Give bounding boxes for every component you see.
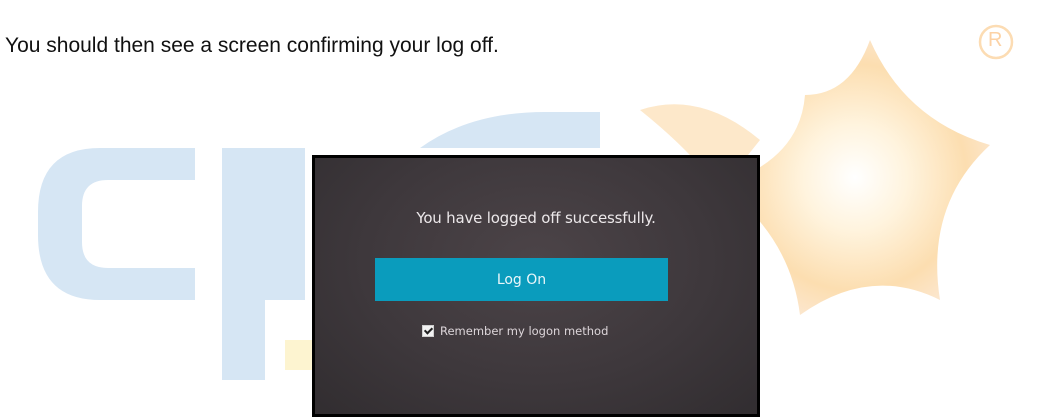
registered-mark-letter: R (988, 29, 1003, 51)
remember-logon-label: Remember my logon method (440, 324, 609, 338)
logon-button[interactable]: Log On (375, 258, 668, 301)
logoff-screenshot: You have logged off successfully. Log On… (312, 155, 760, 417)
logoff-message: You have logged off successfully. (416, 209, 656, 227)
watermark-star (720, 40, 990, 315)
remember-logon-checkbox[interactable] (422, 325, 434, 337)
remember-logon-checkbox-row[interactable]: Remember my logon method (422, 324, 608, 338)
watermark-letter-c (38, 148, 195, 300)
watermark-letter-c2 (420, 112, 600, 148)
intro-paragraph: You should then see a screen confirming … (5, 34, 499, 57)
